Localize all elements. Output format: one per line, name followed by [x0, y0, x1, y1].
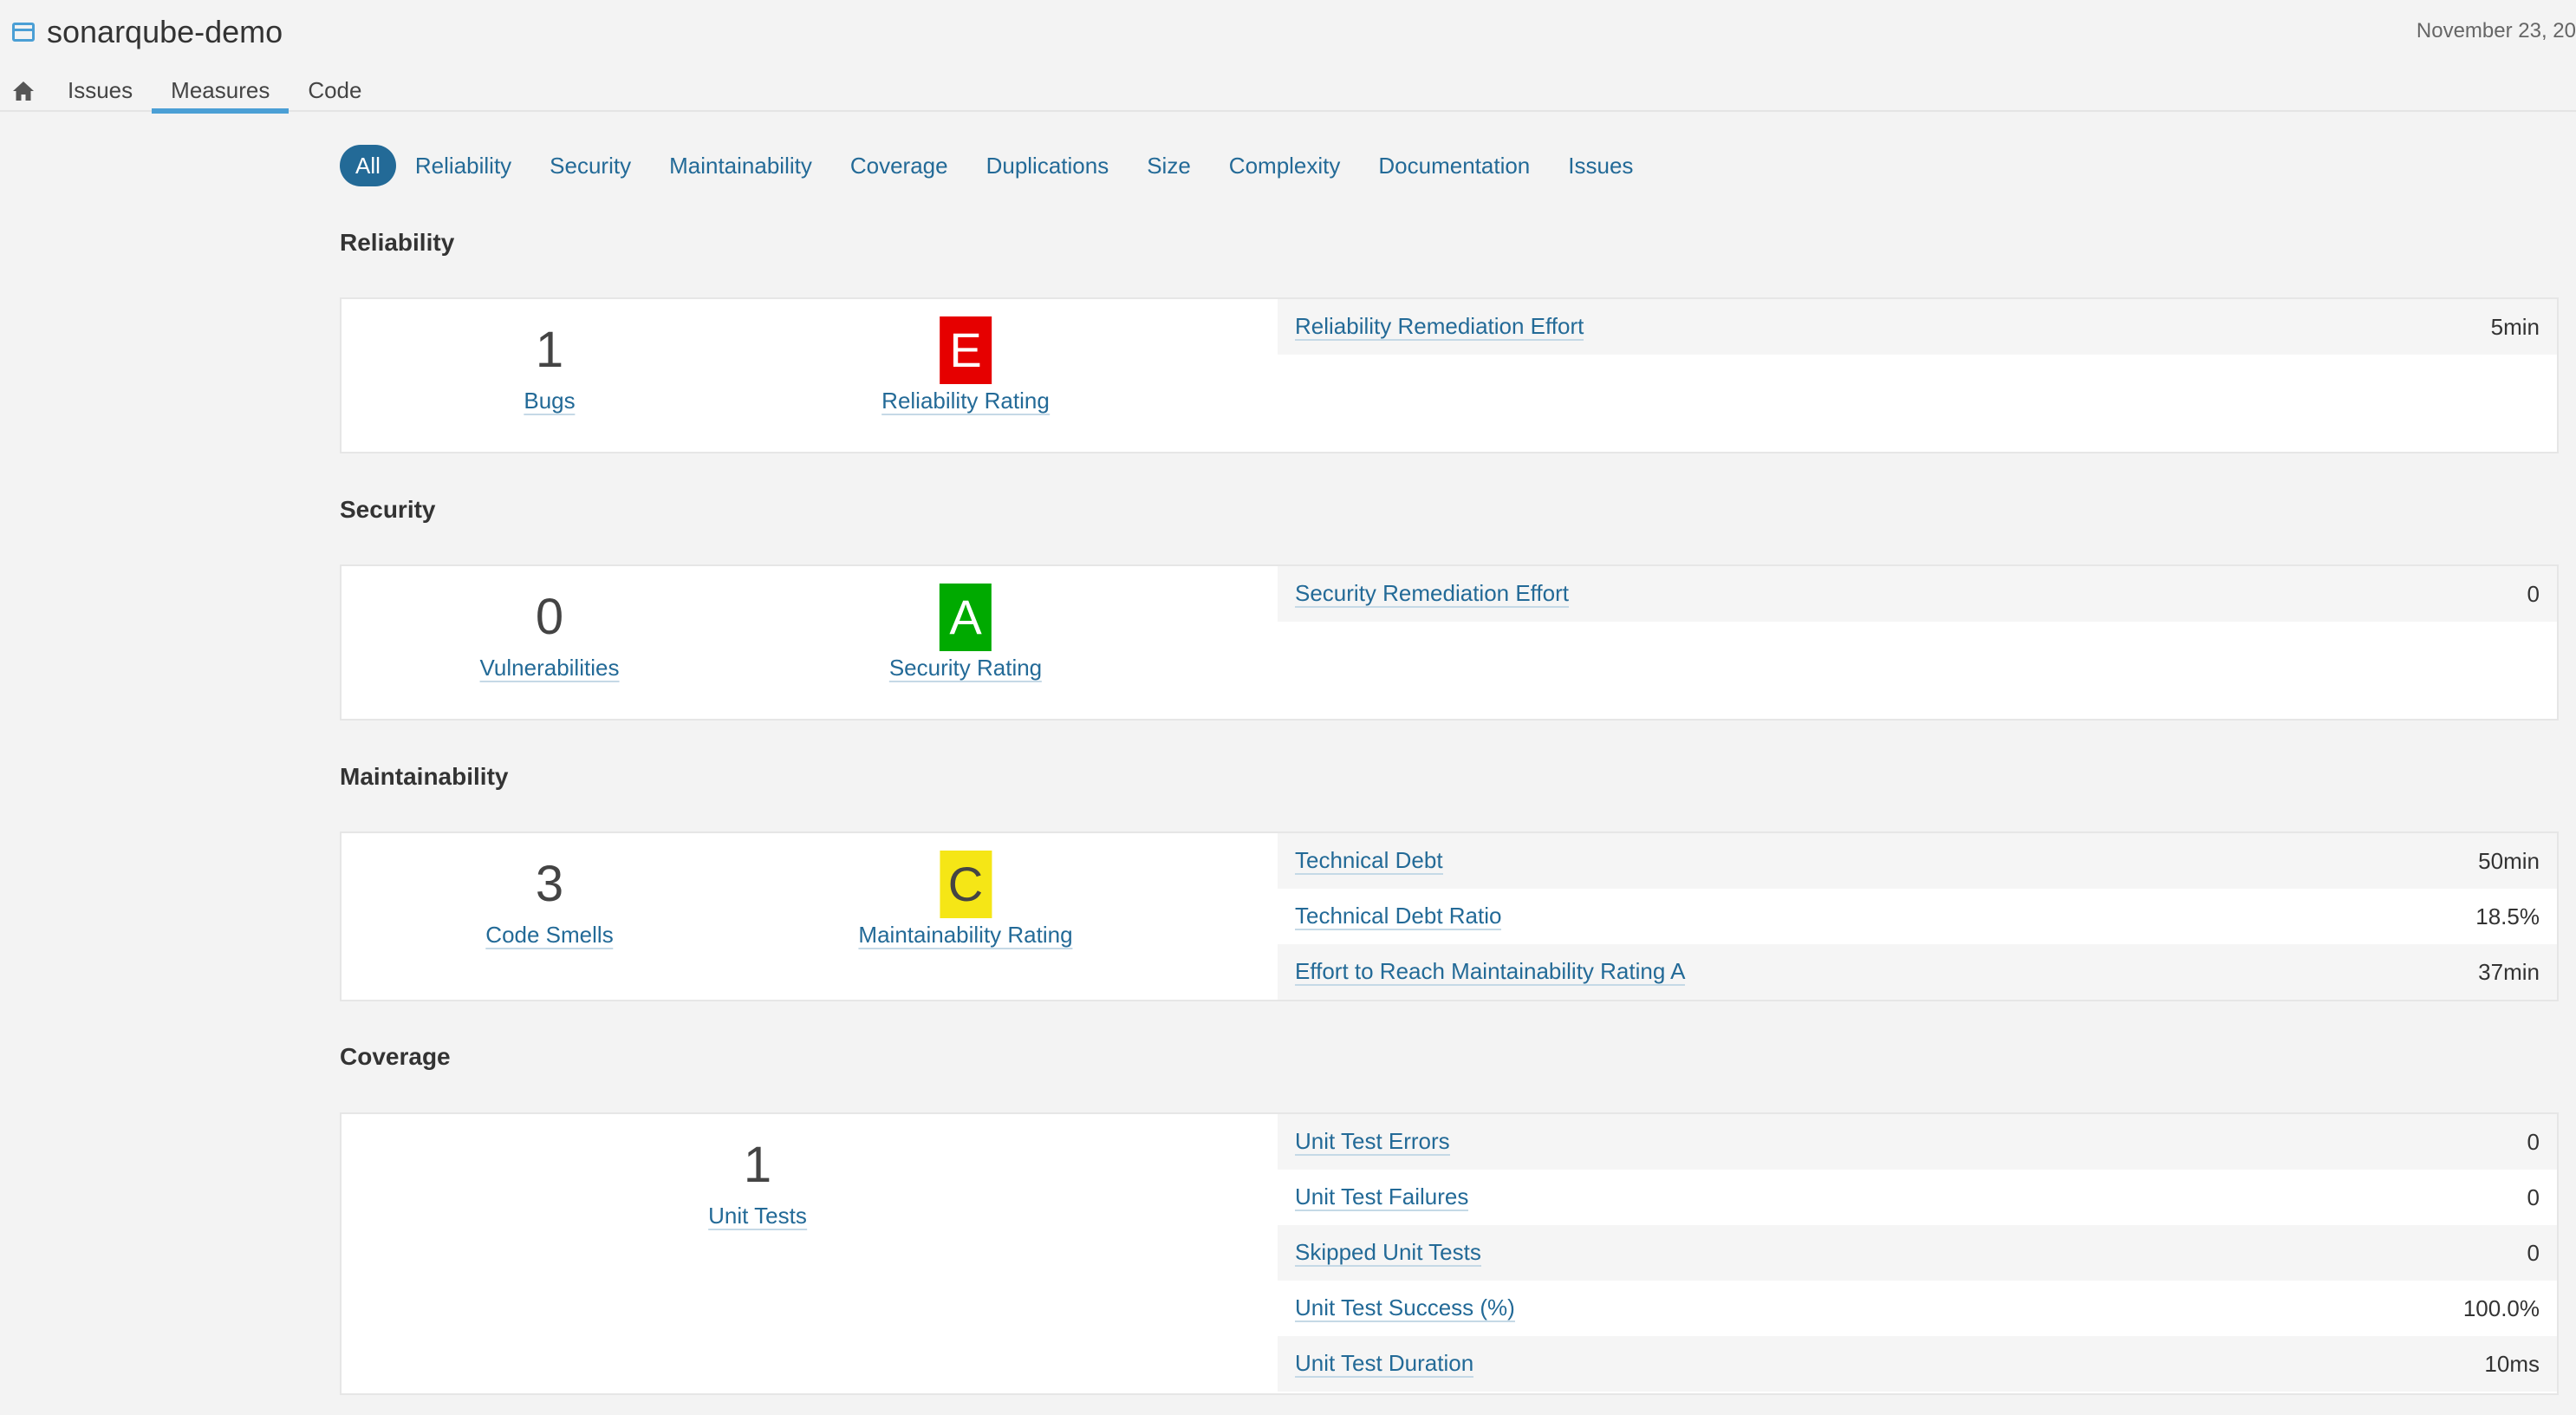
- section-title-coverage: Coverage: [340, 1043, 451, 1070]
- security-rating-label[interactable]: Security Rating: [888, 655, 1043, 682]
- reliability-rating-badge[interactable]: E: [940, 316, 992, 384]
- measure-value: 0: [2527, 1239, 2540, 1266]
- bugs-value[interactable]: 1: [524, 316, 575, 384]
- nav-code[interactable]: Code: [289, 70, 381, 110]
- analysis-date: November 23, 20: [2416, 19, 2576, 42]
- unit-tests-label[interactable]: Unit Tests: [708, 1203, 807, 1230]
- reliability-rating-metric: E Reliability Rating: [881, 316, 1050, 415]
- measure-row: Effort to Reach Maintainability Rating A…: [1278, 944, 2557, 1000]
- reliability-rating-label[interactable]: Reliability Rating: [881, 388, 1050, 415]
- measure-value: 50min: [2478, 847, 2540, 874]
- measure-value: 18.5%: [2475, 903, 2540, 929]
- vulnerabilities-metric: 0 Vulnerabilities: [479, 584, 620, 682]
- filter-duplications[interactable]: Duplications: [967, 145, 1129, 186]
- measure-row: Unit Test Failures 0: [1278, 1170, 2557, 1225]
- measure-value: 0: [2527, 1184, 2540, 1210]
- measure-row: Skipped Unit Tests 0: [1278, 1225, 2557, 1281]
- project-name[interactable]: sonarqube-demo: [47, 14, 283, 50]
- code-smells-value[interactable]: 3: [485, 851, 613, 918]
- reliability-measures-list: Reliability Remediation Effort 5min: [1278, 299, 2557, 355]
- measure-label[interactable]: Unit Test Errors: [1295, 1128, 1450, 1156]
- measure-label[interactable]: Reliability Remediation Effort: [1295, 313, 1584, 341]
- measure-row: Technical Debt Ratio 18.5%: [1278, 889, 2557, 944]
- security-panel: 0 Vulnerabilities A Security Rating Secu…: [340, 564, 2559, 721]
- filter-security[interactable]: Security: [530, 145, 650, 186]
- measure-row: Unit Test Success (%) 100.0%: [1278, 1281, 2557, 1336]
- top-navigation: sonarqube-demo November 23, 20 Issues Me…: [0, 0, 2576, 114]
- measure-label[interactable]: Effort to Reach Maintainability Rating A: [1295, 958, 1686, 986]
- measure-value: 10ms: [2484, 1350, 2540, 1377]
- maintainability-rating-metric: C Maintainability Rating: [858, 851, 1073, 949]
- filter-size[interactable]: Size: [1128, 145, 1210, 186]
- measure-row: Security Remediation Effort 0: [1278, 566, 2557, 622]
- unit-tests-metric: 1 Unit Tests: [708, 1131, 807, 1230]
- measure-label[interactable]: Unit Test Duration: [1295, 1350, 1474, 1378]
- measure-row: Unit Test Duration 10ms: [1278, 1336, 2557, 1392]
- section-title-maintainability: Maintainability: [340, 763, 509, 790]
- coverage-panel: 1 Unit Tests Unit Test Errors 0 Unit Tes…: [340, 1112, 2559, 1395]
- section-title-security: Security: [340, 496, 436, 523]
- reliability-panel: 1 Bugs E Reliability Rating Reliability …: [340, 297, 2559, 453]
- measure-value: 100.0%: [2462, 1294, 2540, 1321]
- measure-value: 0: [2527, 580, 2540, 607]
- nav-measures[interactable]: Measures: [152, 70, 289, 114]
- filter-issues[interactable]: Issues: [1549, 145, 1652, 186]
- bugs-metric: 1 Bugs: [524, 316, 576, 415]
- nav-issues[interactable]: Issues: [49, 70, 152, 110]
- filter-coverage[interactable]: Coverage: [831, 145, 967, 186]
- coverage-measures-list: Unit Test Errors 0 Unit Test Failures 0 …: [1278, 1114, 2557, 1392]
- measure-label[interactable]: Unit Test Success (%): [1295, 1294, 1515, 1322]
- measure-label[interactable]: Skipped Unit Tests: [1295, 1239, 1481, 1267]
- measure-label[interactable]: Unit Test Failures: [1295, 1184, 1469, 1211]
- measure-row: Unit Test Errors 0: [1278, 1114, 2557, 1170]
- security-rating-badge[interactable]: A: [940, 584, 992, 651]
- maintainability-panel: 3 Code Smells C Maintainability Rating T…: [340, 831, 2559, 1001]
- bugs-label[interactable]: Bugs: [524, 388, 576, 415]
- code-smells-metric: 3 Code Smells: [485, 851, 614, 949]
- security-measures-list: Security Remediation Effort 0: [1278, 566, 2557, 622]
- maintainability-rating-badge[interactable]: C: [939, 851, 992, 918]
- filter-maintainability[interactable]: Maintainability: [650, 145, 831, 186]
- section-title-reliability: Reliability: [340, 229, 455, 256]
- security-rating-metric: A Security Rating: [888, 584, 1043, 682]
- unit-tests-value[interactable]: 1: [708, 1131, 807, 1199]
- measure-label[interactable]: Technical Debt: [1295, 847, 1443, 875]
- vulnerabilities-value[interactable]: 0: [480, 584, 620, 651]
- measure-value: 37min: [2478, 958, 2540, 985]
- project-icon: [12, 23, 35, 42]
- measure-row: Technical Debt 50min: [1278, 833, 2557, 889]
- project-nav: Issues Measures Code: [0, 62, 381, 114]
- measure-value: 0: [2527, 1128, 2540, 1155]
- vulnerabilities-label[interactable]: Vulnerabilities: [479, 655, 620, 682]
- home-icon[interactable]: [0, 72, 49, 110]
- measure-row: Reliability Remediation Effort 5min: [1278, 299, 2557, 355]
- maintainability-rating-label[interactable]: Maintainability Rating: [858, 922, 1073, 949]
- project-header: sonarqube-demo: [12, 14, 283, 50]
- filter-documentation[interactable]: Documentation: [1359, 145, 1549, 186]
- filter-reliability[interactable]: Reliability: [396, 145, 530, 186]
- domain-filter-tabs: All Reliability Security Maintainability…: [340, 145, 1652, 186]
- maintainability-measures-list: Technical Debt 50min Technical Debt Rati…: [1278, 833, 2557, 1000]
- measure-label[interactable]: Technical Debt Ratio: [1295, 903, 1502, 930]
- measure-label[interactable]: Security Remediation Effort: [1295, 580, 1569, 608]
- code-smells-label[interactable]: Code Smells: [485, 922, 614, 949]
- filter-all[interactable]: All: [340, 145, 396, 186]
- filter-complexity[interactable]: Complexity: [1210, 145, 1360, 186]
- measure-value: 5min: [2490, 313, 2540, 340]
